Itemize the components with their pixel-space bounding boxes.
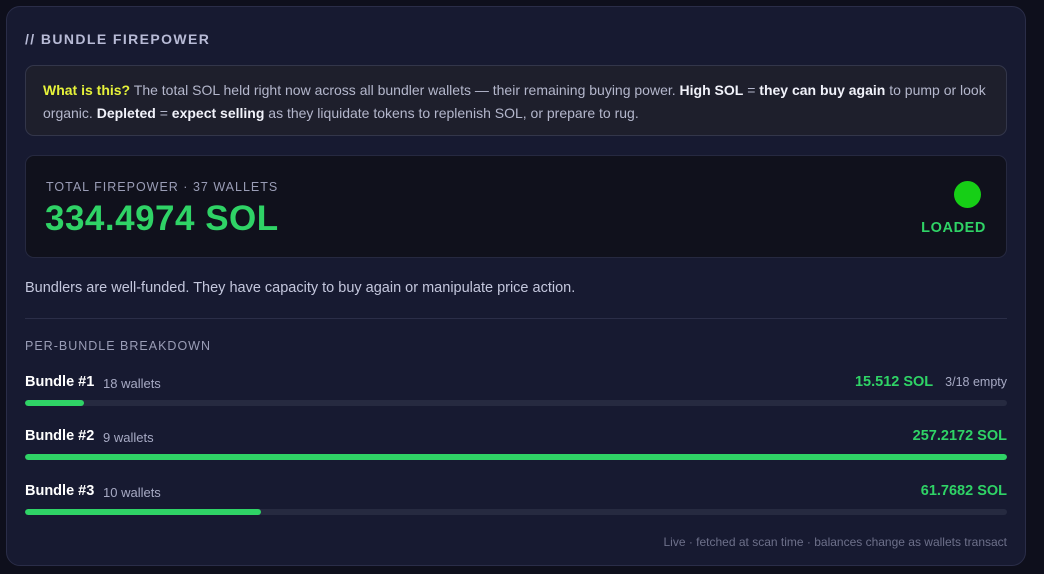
bundle-progress-track <box>25 454 1007 460</box>
info-eq-1: = <box>743 82 760 98</box>
bundle-row-3: Bundle #3 10 wallets 61.7682 SOL <box>25 483 1007 519</box>
bundle-name: Bundle #1 <box>25 374 95 390</box>
info-high-sol: High SOL <box>679 82 744 98</box>
section-title: // BUNDLE FIREPOWER <box>25 31 211 47</box>
bundle-sol-value: 61.7682 SOL <box>920 483 1007 499</box>
info-box: What is this? The total SOL held right n… <box>25 65 1007 136</box>
total-firepower-label: TOTAL FIREPOWER · 37 WALLETS <box>46 180 279 194</box>
status-indicator-icon <box>954 181 981 208</box>
info-buy-again: they can buy again <box>759 82 886 98</box>
summary-text: Bundlers are well-funded. They have capa… <box>25 280 576 296</box>
status-badge: LOADED <box>921 220 986 236</box>
info-text-3: as they liquidate tokens to replenish SO… <box>264 105 639 121</box>
info-depleted: Depleted <box>96 105 156 121</box>
total-firepower-value: 334.4974 SOL <box>45 199 279 238</box>
bundle-name: Bundle #2 <box>25 428 95 444</box>
bundle-empty-count: 3/18 empty <box>945 375 1007 389</box>
bundle-progress-track <box>25 400 1007 406</box>
bundle-progress-fill <box>25 454 1007 460</box>
bundle-sol-value: 257.2172 SOL <box>912 428 1007 444</box>
bundle-name: Bundle #3 <box>25 483 95 499</box>
breakdown-title: PER-BUNDLE BREAKDOWN <box>25 339 211 353</box>
info-text-1: The total SOL held right now across all … <box>130 82 680 98</box>
bundle-firepower-panel: // BUNDLE FIREPOWER What is this? The to… <box>6 6 1026 566</box>
bundle-progress-fill <box>25 400 84 406</box>
footer-note: Live · fetched at scan time · balances c… <box>663 535 1007 549</box>
bundle-stats: 61.7682 SOL <box>921 483 1007 499</box>
info-question: What is this? <box>43 82 131 98</box>
bundle-wallet-count: 10 wallets <box>103 485 161 500</box>
bundle-row-1: Bundle #1 18 wallets 15.512 SOL 3/18 emp… <box>25 374 1007 410</box>
bundle-wallet-count: 18 wallets <box>103 376 161 391</box>
bundle-wallet-count: 9 wallets <box>103 430 154 445</box>
divider <box>25 318 1007 319</box>
bundle-stats: 257.2172 SOL <box>913 428 1007 444</box>
bundle-sol-value: 15.512 SOL <box>854 374 934 390</box>
info-expect-selling: expect selling <box>171 105 265 121</box>
bundle-row-2: Bundle #2 9 wallets 257.2172 SOL <box>25 428 1007 464</box>
bundle-stats: 15.512 SOL 3/18 empty <box>855 374 1007 390</box>
bundle-progress-fill <box>25 509 261 515</box>
total-firepower-card: TOTAL FIREPOWER · 37 WALLETS 334.4974 SO… <box>25 155 1007 258</box>
info-eq-2: = <box>155 105 172 121</box>
bundle-progress-track <box>25 509 1007 515</box>
